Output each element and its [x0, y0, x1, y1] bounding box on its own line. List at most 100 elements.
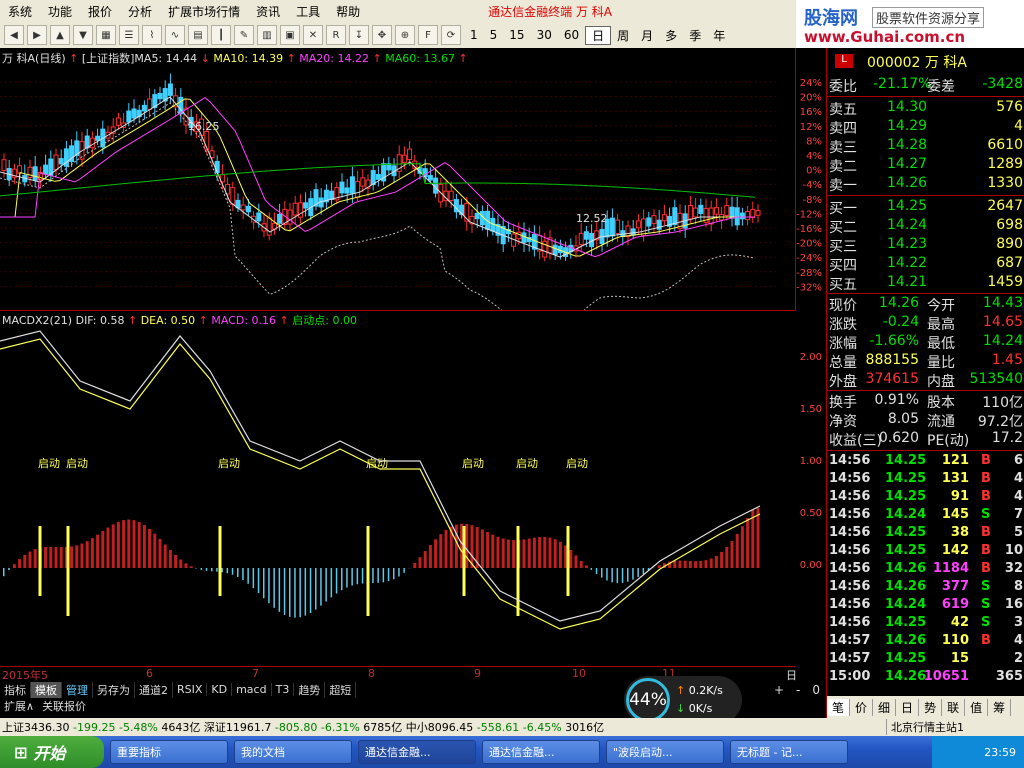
tab-indicator[interactable]: 指标: [0, 681, 31, 698]
tab-save-as[interactable]: 另存为: [93, 681, 135, 698]
macd-chart[interactable]: 启动 启动 启动 启动 启动 启动 启动 MACDX2(21) DIF: 0.58 ↑ DE…: [0, 310, 796, 666]
task-notepad[interactable]: 无标题 - 记...: [730, 740, 848, 764]
kline-icon[interactable]: ┃: [211, 25, 231, 45]
tab-t3[interactable]: T3: [272, 683, 295, 696]
menu-system[interactable]: 系统: [0, 3, 40, 20]
chart-icon[interactable]: ⌇: [142, 25, 162, 45]
qtab-xi[interactable]: 细: [873, 698, 897, 716]
candle-body: [713, 207, 719, 215]
line-icon[interactable]: ∿: [165, 25, 185, 45]
grid-icon[interactable]: ▦: [96, 25, 116, 45]
start-button[interactable]: ⊞ 开始: [0, 736, 104, 768]
period-15m[interactable]: 15: [503, 28, 530, 42]
period-5m[interactable]: 5: [484, 28, 504, 42]
zoom-icon[interactable]: ⊕: [395, 25, 415, 45]
menu-function[interactable]: 功能: [40, 3, 80, 20]
expand-button[interactable]: 扩展∧: [0, 698, 38, 714]
macd-bar-neg: [601, 568, 603, 578]
minus-icon[interactable]: -: [790, 683, 806, 697]
macd-bar-neg: [289, 568, 291, 617]
tab-ultrashort[interactable]: 超短: [325, 681, 357, 698]
period-multi[interactable]: 多: [659, 27, 683, 44]
sell-row[interactable]: 卖四 14.29 4: [827, 118, 1024, 137]
menu-quote[interactable]: 报价: [80, 3, 120, 20]
period-60m[interactable]: 60: [558, 28, 585, 42]
buy-row[interactable]: 买三 14.23 890: [827, 236, 1024, 255]
buy-row[interactable]: 买二 14.24 698: [827, 217, 1024, 236]
macd-bar-neg: [382, 568, 385, 583]
candle-body: [672, 207, 678, 226]
note-icon[interactable]: ✎: [234, 25, 254, 45]
zero-icon[interactable]: 0: [806, 683, 826, 697]
sell-row[interactable]: 卖二 14.27 1289: [827, 156, 1024, 175]
qtab-zhi[interactable]: 值: [965, 698, 989, 716]
related-quote-button[interactable]: 关联报价: [38, 698, 90, 714]
rsi-icon[interactable]: R: [326, 25, 346, 45]
sell-row[interactable]: 卖五 14.30 576: [827, 99, 1024, 118]
down-icon[interactable]: ▼: [73, 25, 93, 45]
qtab-chou[interactable]: 筹: [988, 698, 1012, 716]
macd-bar-neg: [211, 568, 213, 572]
tab-macd[interactable]: macd: [232, 683, 272, 696]
period-week[interactable]: 周: [611, 27, 635, 44]
period-day[interactable]: 日: [585, 25, 612, 45]
qtab-ri[interactable]: 日: [896, 698, 920, 716]
buy-row[interactable]: 买一 14.25 2647: [827, 198, 1024, 217]
period-year[interactable]: 年: [707, 27, 731, 44]
tick-count: 365: [995, 669, 1023, 684]
tab-trend[interactable]: 趋势: [294, 681, 326, 698]
candle-body: [240, 204, 246, 211]
task-tdx-2[interactable]: 通达信金融...: [482, 740, 600, 764]
tick-row: 14:56 14.26 377 S 8: [827, 579, 1024, 597]
period-1m[interactable]: 1: [464, 28, 484, 42]
sz-pct: -6.31%: [320, 720, 360, 734]
book-icon[interactable]: ▣: [280, 25, 300, 45]
task-tdx-1[interactable]: 通达信金融...: [358, 740, 476, 764]
task-my-documents[interactable]: 我的文档: [234, 740, 352, 764]
task-band-start[interactable]: "波段启动...: [606, 740, 724, 764]
arrow-icon[interactable]: ↧: [349, 25, 369, 45]
tab-kd[interactable]: KD: [207, 683, 233, 696]
refresh-icon[interactable]: ⟳: [441, 25, 461, 45]
kline-chart[interactable]: 16.25 12.52 万 科A(日线) ↑ [上证指数]MA5: 14.44 ↓…: [0, 48, 796, 310]
tab-channel2[interactable]: 通道2: [135, 681, 173, 698]
macd-bar-neg: [231, 568, 234, 575]
sell-row[interactable]: 卖一 14.26 1330: [827, 175, 1024, 194]
bar-icon[interactable]: ▤: [188, 25, 208, 45]
period-season[interactable]: 季: [683, 27, 707, 44]
server-name[interactable]: 北京行情主站1: [886, 719, 964, 735]
buy-row[interactable]: 买五 14.21 1459: [827, 274, 1024, 293]
period-30m[interactable]: 30: [531, 28, 558, 42]
tab-template[interactable]: 模板: [31, 681, 62, 698]
menu-news[interactable]: 资讯: [248, 3, 288, 20]
up-icon[interactable]: ▲: [50, 25, 70, 45]
buy-row[interactable]: 买四 14.22 687: [827, 255, 1024, 274]
tab-manage[interactable]: 管理: [62, 681, 93, 698]
cross-icon[interactable]: ✕: [303, 25, 323, 45]
qtab-lian[interactable]: 联: [942, 698, 966, 716]
sell-row[interactable]: 卖三 14.28 6610: [827, 137, 1024, 156]
add-icon[interactable]: +: [768, 683, 790, 697]
period-month[interactable]: 月: [635, 27, 659, 44]
forward-icon[interactable]: ▶: [27, 25, 47, 45]
task-important-indicator[interactable]: 重要指标: [110, 740, 228, 764]
menu-analysis[interactable]: 分析: [120, 3, 160, 20]
qtab-jia[interactable]: 价: [850, 698, 874, 716]
network-widget[interactable]: 44% ↑ 0.2K/s ↓ 0K/s: [624, 676, 742, 724]
kline-plot[interactable]: 16.25 12.52: [0, 48, 776, 310]
tab-rsix[interactable]: RSIX: [173, 683, 208, 696]
qtab-bi[interactable]: 笔: [827, 698, 851, 716]
back-icon[interactable]: ◀: [4, 25, 24, 45]
tick-time: 14:56: [829, 453, 871, 468]
move-icon[interactable]: ✥: [372, 25, 392, 45]
macd-plot[interactable]: 启动 启动 启动 启动 启动 启动 启动: [0, 311, 776, 667]
list-icon[interactable]: ☰: [119, 25, 139, 45]
speed-readout: ↑ 0.2K/s ↓ 0K/s: [676, 682, 723, 718]
qtab-shi[interactable]: 势: [919, 698, 943, 716]
menu-help[interactable]: 帮助: [328, 3, 368, 20]
menu-ext-market[interactable]: 扩展市场行情: [160, 3, 248, 20]
f5-icon[interactable]: F: [418, 25, 438, 45]
menu-tools[interactable]: 工具: [288, 3, 328, 20]
vol-icon[interactable]: ▥: [257, 25, 277, 45]
clock[interactable]: 23:59: [984, 746, 1016, 759]
